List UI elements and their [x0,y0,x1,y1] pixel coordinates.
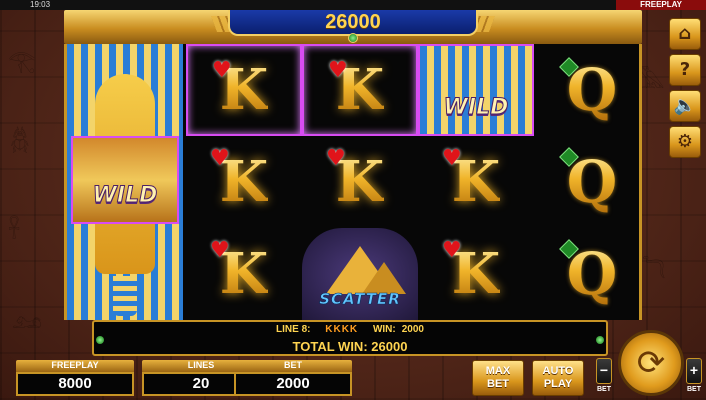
scatter-label: SCATTER [319,290,401,309]
line-win-text: LINE 8: KKKK WIN: 2000 [94,324,606,335]
spin-arrows-icon: ⟳ [636,343,666,383]
total-win-label: TOTAL WIN: [292,339,368,354]
max-bet-button[interactable]: MAX BET [472,360,524,396]
win-value: 2000 [401,324,424,335]
sound-icon: 🔈 [673,95,697,116]
device-status-bar: 19:03 FREEPLAY [0,0,706,10]
win-label: WIN: [372,324,396,335]
heart-icon: ♥ [442,238,462,263]
sound-button[interactable]: 🔈 [669,90,701,122]
line-label: LINE 8: [276,324,311,335]
bet-label: BET [234,360,352,372]
line-symbols: KKKK [325,324,359,335]
gem-icon [348,33,358,43]
king-symbol: K ♥ [302,136,418,228]
clock-time: 19:03 [30,0,51,9]
bet-increase-button[interactable]: + [686,358,702,384]
scatter-symbol: SCATTER [302,228,418,320]
queen-symbol: Q [534,136,650,228]
help-icon: ? [679,59,691,80]
reel-5: Q Q Q [534,44,650,320]
king-symbol: K ♥ [186,44,302,136]
king-symbol: K ♥ [186,136,302,228]
wild-label: WILD [92,183,158,209]
queen-symbol: Q [534,228,650,320]
freeplay-counter: FREEPLAY 8000 [16,360,134,396]
reels-area: WILD K ♥ K ♥ K ♥ K ♥ K ♥ SCATTER WILD K … [64,44,642,320]
hieroglyph-decoration: 𓆣 [10,129,30,154]
king-symbol: K ♥ [418,228,534,320]
bet-increase-label: BET [687,386,701,393]
settings-icon: ⚙ [676,131,694,152]
wild-symbol: WILD [418,44,534,136]
heart-icon: ♥ [210,238,230,263]
spin-button[interactable]: ⟳ [618,330,684,396]
hieroglyph-decoration: 𓃭 [12,309,42,334]
bet-decrease-button[interactable]: − [596,358,612,384]
wild-label: WILD [443,95,509,121]
bet-decrease-label: BET [597,386,611,393]
bet-value: 2000 [234,372,352,396]
king-symbol: K ♥ [302,44,418,136]
bet-counter: BET 2000 [234,360,352,396]
reel-4: WILD K ♥ K ♥ [418,44,534,320]
freeplay-mode-badge: FREEPLAY [616,0,706,10]
heart-icon: ♥ [442,146,462,171]
home-icon: ⌂ [678,23,692,44]
heart-icon: ♥ [212,58,232,83]
king-symbol: K ♥ [186,228,302,320]
reel-3: K ♥ K ♥ SCATTER [302,44,418,320]
hieroglyph-decoration: 𓋹 [8,219,21,244]
wild-symbol: WILD [71,136,179,224]
settings-button[interactable]: ⚙ [669,126,701,158]
freeplay-value: 8000 [16,372,134,396]
total-win-value: 26000 [371,339,408,354]
auto-play-button[interactable]: AUTO PLAY [532,360,584,396]
total-win-text: TOTAL WIN: 26000 [94,339,606,354]
heart-icon: ♥ [210,146,230,171]
pharaoh-beard [113,276,137,316]
reel-1: WILD [67,44,183,320]
freeplay-label: FREEPLAY [16,360,134,372]
reel-2: K ♥ K ♥ K ♥ [186,44,302,320]
heart-icon: ♥ [326,146,346,171]
queen-symbol: Q [534,44,650,136]
help-button[interactable]: ? [669,54,701,86]
heart-icon: ♥ [328,58,348,83]
king-symbol: K ♥ [418,136,534,228]
win-info-bar: LINE 8: KKKK WIN: 2000 TOTAL WIN: 26000 [92,320,608,356]
home-button[interactable]: ⌂ [669,18,701,50]
hieroglyph-decoration: 𓂀 [8,49,36,74]
